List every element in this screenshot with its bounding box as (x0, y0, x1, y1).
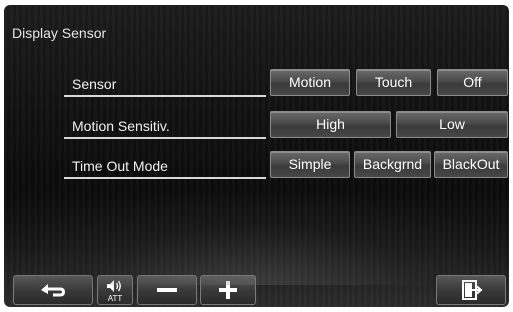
plus-icon (219, 281, 237, 299)
exit-icon (462, 280, 483, 300)
sensitivity-high-button[interactable]: High (270, 111, 391, 138)
timeout-simple-button[interactable]: Simple (270, 151, 350, 178)
page-title: Display Sensor (12, 25, 107, 41)
sensor-label: Sensor (64, 71, 266, 97)
back-button[interactable] (13, 275, 93, 305)
minus-icon (157, 288, 177, 292)
timeout-backgrnd-button[interactable]: Backgrnd (354, 151, 431, 178)
att-label: ATT (107, 294, 123, 303)
display-sensor-screen: Display Sensor Sensor Motion Touch Off M… (4, 5, 509, 307)
sensor-motion-button[interactable]: Motion (270, 69, 350, 96)
sensor-touch-button[interactable]: Touch (356, 69, 431, 96)
back-arrow-icon (41, 284, 65, 297)
sensitivity-low-button[interactable]: Low (396, 111, 508, 138)
speaker-icon (107, 280, 121, 292)
att-button[interactable]: ATT (97, 275, 133, 305)
volume-down-button[interactable] (137, 275, 197, 305)
exit-button[interactable] (436, 275, 506, 305)
volume-up-button[interactable] (200, 275, 256, 305)
bottom-bar-spacer (261, 275, 431, 305)
sensor-off-button[interactable]: Off (437, 69, 508, 96)
motion-sensitivity-label: Motion Sensitiv. (64, 113, 266, 139)
time-out-mode-label: Time Out Mode (64, 153, 266, 179)
timeout-blackout-button[interactable]: BlackOut (434, 151, 508, 178)
